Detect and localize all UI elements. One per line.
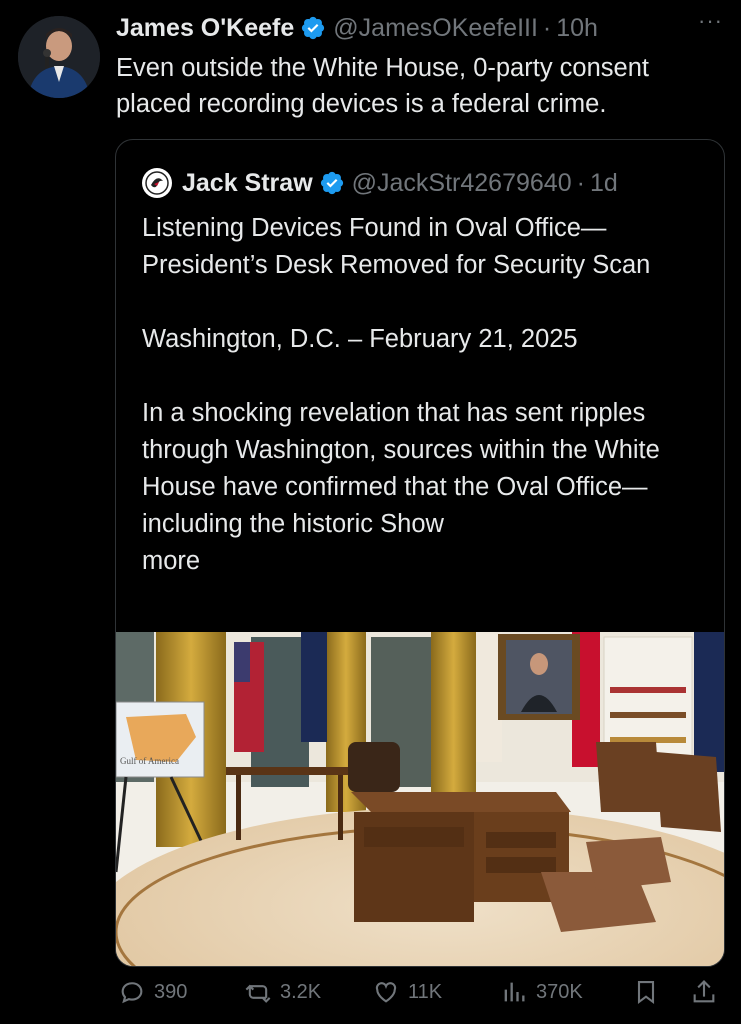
- tweet-text: Even outside the White House, 0-party co…: [116, 54, 649, 118]
- tweet-actions: 390 3.2K 11K 370K: [0, 978, 741, 1018]
- bookmark-button[interactable]: [632, 978, 668, 1006]
- retweet-icon: [245, 984, 271, 1003]
- reply-icon: [121, 982, 143, 1004]
- heart-icon: [375, 982, 397, 1003]
- views-chart-icon: [504, 982, 525, 1002]
- quoted-author-handle[interactable]: @JackStr42679640: [352, 169, 572, 198]
- map-label: Gulf of America: [120, 756, 179, 766]
- like-button[interactable]: 11K: [372, 978, 442, 1006]
- quoted-text: Listening Devices Found in Oval Office—P…: [142, 214, 660, 575]
- share-button[interactable]: [690, 978, 726, 1006]
- quoted-tweet[interactable]: Jack Straw @JackStr42679640 · 1d Listeni…: [115, 139, 725, 967]
- tweet-time[interactable]: 10h: [556, 14, 598, 43]
- like-count: 11K: [408, 980, 443, 1003]
- author-name[interactable]: James O'Keefe: [116, 14, 294, 43]
- bookmark-icon: [637, 981, 655, 1005]
- reply-button[interactable]: 390: [118, 978, 187, 1006]
- retweet-count: 3.2K: [280, 980, 322, 1003]
- separator-dot: ·: [542, 13, 552, 42]
- quoted-verified-badge-icon: [320, 171, 343, 195]
- reply-count: 390: [154, 980, 188, 1003]
- author-avatar[interactable]: [18, 16, 100, 98]
- views-button[interactable]: 370K: [500, 978, 583, 1006]
- avatar-image: [18, 16, 100, 98]
- more-options-icon[interactable]: ···: [698, 8, 723, 34]
- author-handle[interactable]: @JamesOKeefeIII: [333, 14, 538, 43]
- quoted-author-name[interactable]: Jack Straw: [182, 169, 313, 198]
- retweet-button[interactable]: 3.2K: [244, 978, 321, 1006]
- tweet-header: James O'Keefe @JamesOKeefeIII · 10h: [116, 10, 723, 46]
- quoted-separator-dot: ·: [576, 168, 585, 197]
- verified-badge-icon: [302, 16, 325, 40]
- quoted-avatar-image: [145, 171, 169, 195]
- views-count: 370K: [536, 980, 583, 1003]
- share-icon: [693, 980, 715, 1003]
- quoted-author-avatar[interactable]: [142, 168, 172, 198]
- quoted-header: Jack Straw @JackStr42679640 · 1d: [142, 168, 618, 198]
- oval-office-photo[interactable]: Gulf of America: [116, 632, 724, 966]
- quoted-time[interactable]: 1d: [590, 169, 618, 198]
